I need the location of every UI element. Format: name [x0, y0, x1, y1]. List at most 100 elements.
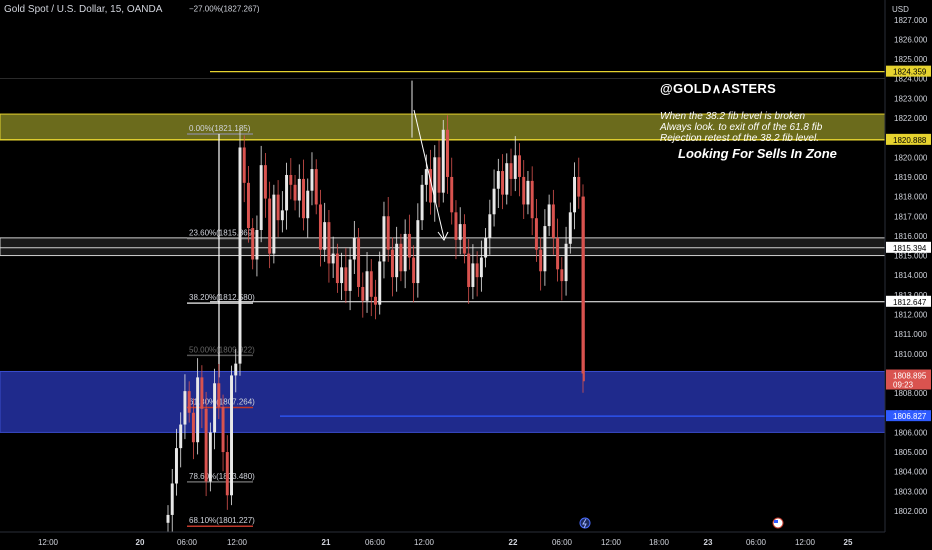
price-tag-label: 1812.647: [893, 298, 927, 307]
candle-body: [573, 176, 577, 213]
candle-body: [471, 263, 475, 287]
candle: [272, 184, 276, 264]
candle-body: [522, 176, 526, 205]
x-tick-label: 12:00: [601, 538, 622, 547]
price-tag-label: 1808.895: [893, 372, 927, 381]
candle-body: [526, 180, 530, 205]
candle-body: [242, 147, 246, 183]
y-tick-label: 1822.000: [894, 114, 928, 123]
x-tick-label: 06:00: [365, 538, 386, 547]
y-tick-label: 1827.000: [894, 16, 928, 25]
price-chart[interactable]: −27.00%(1827.267) 0.00%(1821.185) 23.60%(1…: [0, 0, 932, 550]
y-tick-label: 1814.000: [894, 271, 928, 280]
candle-body: [204, 408, 208, 482]
candle-body: [344, 267, 348, 291]
sell-zone-label: Looking For Sells In Zone: [678, 146, 837, 161]
candle-body: [437, 157, 441, 193]
y-tick-label: 1810.000: [894, 350, 928, 359]
candle-body: [509, 163, 513, 179]
candle-body: [213, 383, 217, 433]
candle-body: [369, 271, 373, 297]
y-tick-label: 1823.000: [894, 94, 928, 103]
candle-body: [534, 218, 538, 250]
candle: [441, 119, 445, 203]
candle-body: [547, 204, 551, 227]
candle-body: [564, 243, 568, 282]
candle-body: [276, 194, 280, 221]
candle-body: [446, 129, 449, 177]
candle-body: [416, 220, 420, 284]
candle-body: [310, 169, 314, 191]
fib-note-line: Rejection retest of the 38.2 fib level.: [660, 133, 819, 144]
symbol-title: Gold Spot / U.S. Dollar, 15, OANDA: [4, 4, 163, 15]
candle-body: [454, 212, 458, 240]
y-tick-label: 1825.000: [894, 55, 928, 64]
y-tick-label: 1819.000: [894, 173, 928, 182]
candle-body: [268, 198, 272, 254]
x-tick-label: 06:00: [746, 538, 767, 547]
candle-body: [302, 178, 305, 219]
candle-body: [424, 169, 428, 185]
y-tick-label: 1816.000: [894, 232, 928, 241]
candle-body: [191, 412, 195, 443]
fib-level-label: 23.60%(1815.869): [189, 228, 255, 237]
candle-body: [246, 182, 250, 229]
price-tag-label: 1820.888: [893, 136, 927, 145]
candle-body: [179, 424, 183, 449]
y-tick-label: 1802.000: [894, 507, 928, 516]
candle-body: [374, 296, 377, 305]
candle-body: [174, 448, 178, 484]
candle-body: [399, 243, 403, 272]
candle-body: [340, 267, 344, 284]
x-tick-label: 12:00: [414, 538, 435, 547]
price-tag-label: 1824.359: [893, 68, 927, 77]
candle-body: [280, 210, 284, 221]
candle-body: [272, 194, 276, 254]
y-tick-label: 1820.000: [894, 153, 928, 162]
candle-body: [390, 249, 394, 278]
y-tick-label: 1805.000: [894, 448, 928, 457]
candle-body: [323, 222, 327, 250]
candle-body: [450, 176, 454, 213]
candle-body: [517, 155, 521, 177]
candle-body: [475, 263, 479, 278]
candle-body: [467, 253, 471, 287]
candle-body: [293, 184, 297, 201]
candle-body: [221, 406, 225, 453]
fib-level-label: 50.00%(1809.922): [189, 345, 255, 354]
y-tick-label: 1812.000: [894, 311, 928, 320]
candle-body: [395, 243, 399, 278]
candle-body: [496, 171, 500, 189]
candle-body: [403, 233, 407, 272]
fib-level-label: 0.00%(1821.185): [189, 124, 251, 133]
candle-body: [335, 253, 339, 284]
candle-body: [357, 237, 361, 287]
candle-body: [462, 224, 466, 254]
candle: [208, 422, 212, 492]
fib-level-label: 78.60%(1803.480): [189, 472, 255, 481]
candle-body: [505, 163, 509, 195]
fib-note: When the 38.2 fib level is broken Always…: [660, 111, 875, 144]
candle-body: [217, 383, 221, 407]
candle-body: [488, 214, 492, 238]
candle-body: [551, 204, 555, 238]
candle: [230, 365, 234, 506]
candle-body: [327, 222, 331, 264]
candle-body: [187, 391, 191, 413]
candle-body: [196, 377, 200, 443]
candle-body: [225, 452, 229, 496]
candle-body: [238, 147, 242, 364]
candle-body: [577, 176, 581, 197]
y-tick-label: 1817.000: [894, 212, 928, 221]
candle-body: [285, 174, 289, 211]
candle-body: [255, 230, 259, 260]
fib-note-line: Always look. to exit off of the 61.8 fib: [660, 122, 823, 133]
candle-body: [289, 174, 293, 185]
candle-body: [331, 253, 335, 264]
y-tick-label: 1803.000: [894, 487, 928, 496]
candle-body: [306, 190, 310, 219]
candle-body: [200, 377, 204, 409]
x-tick-label: 20: [136, 538, 145, 547]
candle-body: [166, 514, 170, 523]
price-tag-countdown: 09:23: [893, 381, 914, 390]
